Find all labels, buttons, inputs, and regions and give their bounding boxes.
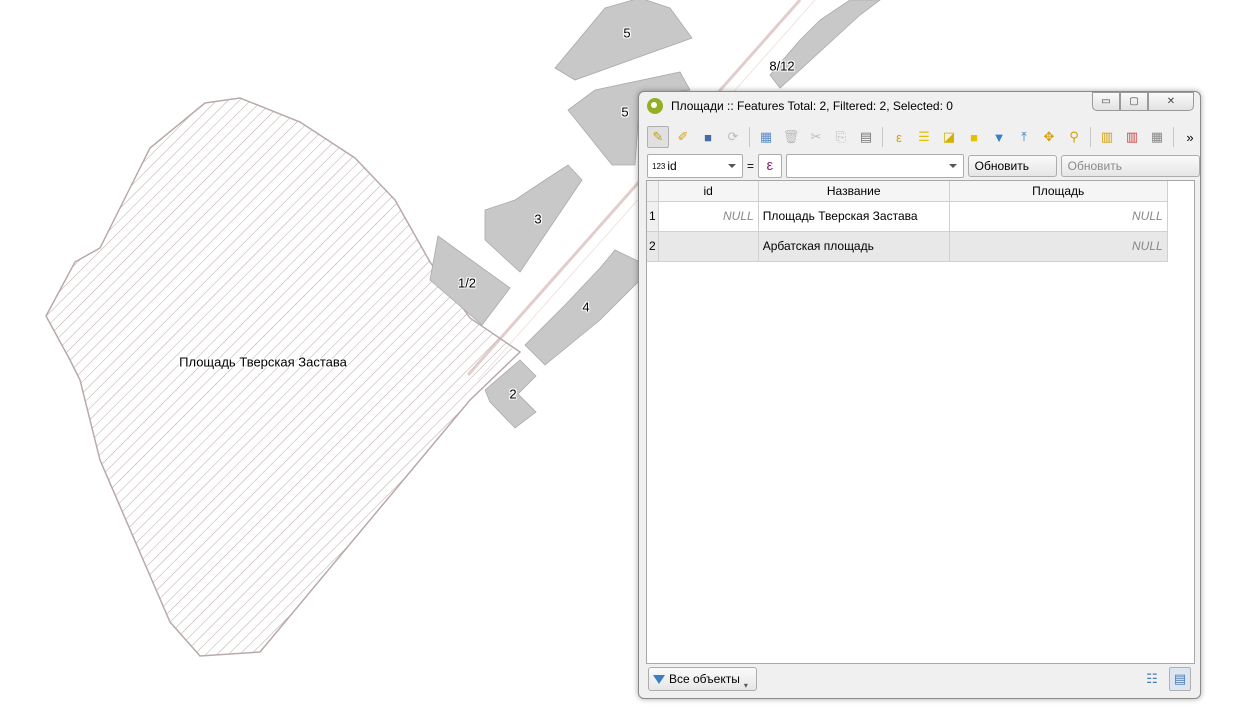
field-name: id (667, 159, 677, 173)
invert-selection-icon[interactable]: ◪ (938, 126, 960, 148)
corner-header (647, 181, 659, 202)
save-edits-icon[interactable]: ■ (697, 126, 719, 148)
copy-icon[interactable]: ⎘ (830, 126, 852, 148)
minimize-button[interactable]: ▭ (1092, 92, 1120, 111)
column-header-area[interactable]: Площадь (949, 181, 1168, 202)
paste-icon[interactable]: ▤ (855, 126, 877, 148)
map-label-building: 3 (534, 211, 542, 227)
map-label-building: 4 (582, 299, 590, 315)
qgis-logo-icon (647, 98, 663, 114)
more-tools-button[interactable]: » (1179, 126, 1201, 148)
filter-icon[interactable]: ▼ (988, 126, 1010, 148)
maximize-button[interactable]: ▢ (1120, 92, 1148, 111)
bottom-bar: Все объекты ▾ ☷ ▤ (648, 667, 1193, 691)
field-calculator-icon[interactable]: ▦ (1146, 126, 1168, 148)
column-header-id[interactable]: id (658, 181, 759, 202)
cut-icon[interactable]: ✂ (805, 126, 827, 148)
cell-area[interactable]: NULL (949, 201, 1168, 232)
toolbar: ✎ ✐ ■ ⟳ ▦ 🗑 ✂ ⎘ ▤ ε ☰ ◪ ■ ▼ ⤒ ✥ ⚲ ▥ ▥ ▦ … (647, 124, 1201, 150)
update-all-button[interactable]: Обновить все (967, 155, 1057, 193)
filter-mode-label: Все объекты (669, 672, 740, 686)
cell-id[interactable] (658, 231, 759, 262)
table-view-icon[interactable]: ▤ (1169, 667, 1191, 691)
new-field-icon[interactable]: ▥ (1096, 126, 1118, 148)
chevron-down-icon (728, 164, 737, 172)
form-view-icon[interactable]: ☷ (1141, 667, 1163, 691)
field-type-label: 123 (652, 161, 666, 171)
move-selection-to-top-icon[interactable]: ⤒ (1013, 126, 1035, 148)
pan-to-selected-icon[interactable]: ✥ (1038, 126, 1060, 148)
close-button[interactable]: ✕ (1148, 92, 1194, 111)
attribute-table: id Название Площадь 1 NULL Площадь Тверс… (646, 180, 1195, 664)
reload-icon[interactable]: ⟳ (722, 126, 744, 148)
cell-id[interactable]: NULL (658, 201, 759, 232)
toggle-editing-icon[interactable]: ✎ (647, 126, 669, 148)
table-row[interactable]: 1 NULL Площадь Тверская Застава NULL (647, 201, 1168, 232)
select-all-icon[interactable]: ☰ (913, 126, 935, 148)
title-bar[interactable]: Площади :: Features Total: 2, Filtered: … (639, 92, 1200, 120)
table-row[interactable]: 2 Арбатская площадь NULL (647, 231, 1168, 262)
filter-mode-button[interactable]: Все объекты ▾ (648, 667, 757, 691)
attribute-table-window: Площади :: Features Total: 2, Filtered: … (638, 91, 1201, 699)
update-selected-button[interactable]: Обновить выделенные (1060, 155, 1201, 193)
select-by-expression-icon[interactable]: ε (888, 126, 910, 148)
delete-field-icon[interactable]: ▥ (1121, 126, 1143, 148)
multi-edit-icon[interactable]: ✐ (672, 126, 694, 148)
cell-area[interactable]: NULL (949, 231, 1168, 262)
deselect-all-icon[interactable]: ■ (963, 126, 985, 148)
map-label-building: 1/2 (457, 275, 477, 291)
map-label-building: 5 (623, 25, 631, 41)
window-title: Площади :: Features Total: 2, Filtered: … (671, 99, 953, 113)
expression-input[interactable] (785, 154, 964, 178)
map-label-square: Площадь Тверская Застава (179, 354, 347, 370)
cell-name[interactable]: Площадь Тверская Застава (758, 201, 950, 232)
delete-feature-icon[interactable]: 🗑 (780, 126, 802, 148)
row-number[interactable]: 2 (647, 231, 659, 262)
filter-row: 123 id = ε Обновить все Обновить выделен… (647, 154, 1201, 193)
square-polygon[interactable] (45, 97, 522, 657)
map-label-building: 8/12 (769, 58, 795, 74)
add-feature-icon[interactable]: ▦ (755, 126, 777, 148)
filter-icon (653, 674, 665, 684)
map-label-building: 5 (621, 104, 629, 120)
chevron-down-icon: ▾ (743, 681, 748, 690)
zoom-to-selected-icon[interactable]: ⚲ (1063, 126, 1085, 148)
chevron-down-icon[interactable] (948, 164, 957, 172)
cell-name[interactable]: Арбатская площадь (758, 231, 950, 262)
map-label-building: 2 (509, 386, 517, 402)
field-select[interactable]: 123 id (647, 154, 744, 178)
equals-label: = (747, 159, 755, 173)
row-number[interactable]: 1 (647, 201, 659, 232)
column-header-name[interactable]: Название (758, 181, 950, 202)
expression-button[interactable]: ε (758, 154, 782, 178)
